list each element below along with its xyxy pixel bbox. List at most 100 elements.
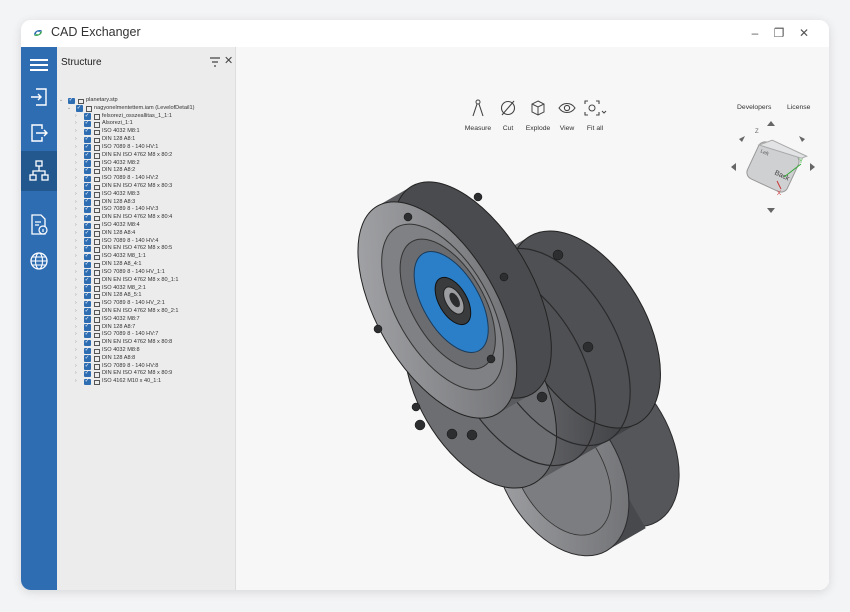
expand-chevron-icon[interactable]: › — [75, 175, 77, 183]
expand-chevron-icon[interactable]: › — [75, 339, 77, 347]
tree-item[interactable]: › ISO 7089 8 - 140 HV:3 — [57, 206, 235, 214]
visibility-checkbox[interactable] — [84, 214, 91, 222]
tree-item[interactable]: › ISO 4032 M8:1 — [57, 128, 235, 136]
expand-chevron-icon[interactable]: › — [75, 324, 77, 332]
expand-chevron-icon[interactable]: › — [75, 292, 77, 300]
roll-left-arrow-icon[interactable] — [739, 136, 745, 142]
expand-chevron-icon[interactable]: › — [75, 261, 77, 269]
expand-chevron-icon[interactable]: › — [75, 199, 77, 207]
expand-chevron-icon[interactable]: › — [75, 128, 77, 136]
structure-button[interactable] — [21, 151, 57, 191]
expand-chevron-icon[interactable]: ⌄ — [67, 105, 71, 113]
visibility-checkbox[interactable] — [84, 136, 91, 144]
visibility-checkbox[interactable] — [84, 113, 91, 120]
visibility-checkbox[interactable] — [84, 300, 91, 308]
rotate-left-arrow-icon[interactable] — [731, 163, 736, 171]
visibility-checkbox[interactable] — [84, 238, 91, 245]
tree-item[interactable]: › felsorezi_osszeallitas_1_1:1 — [57, 113, 235, 121]
tree-item[interactable]: › ISO 4032 M8:3 — [57, 191, 235, 199]
expand-chevron-icon[interactable]: › — [75, 245, 77, 253]
tree-item[interactable]: › DIN EN ISO 4762 M8 x 80:9 — [57, 370, 235, 378]
visibility-checkbox[interactable] — [84, 253, 91, 261]
filter-icon[interactable] — [209, 56, 221, 68]
developers-link[interactable]: Developers — [737, 104, 771, 111]
tree-item[interactable]: › ISO 4162 M10 x 40_1:1 — [57, 378, 235, 386]
tree-assembly[interactable]: ⌄ nagyonelmentettem.iam (LevelofDetail1) — [57, 105, 235, 113]
expand-chevron-icon[interactable]: › — [75, 120, 77, 128]
visibility-checkbox[interactable] — [84, 152, 91, 159]
tree-item[interactable]: › ISO 4032 M8:7 — [57, 316, 235, 324]
expand-chevron-icon[interactable]: › — [75, 300, 77, 308]
tree-item[interactable]: › DIN EN ISO 4762 M8 x 80:4 — [57, 214, 235, 222]
visibility-checkbox[interactable] — [84, 277, 91, 284]
expand-chevron-icon[interactable]: › — [75, 136, 77, 144]
view-cube[interactable]: Back Left Z X Y — [729, 119, 821, 215]
tree-item[interactable]: › DIN 128 A8:3 — [57, 199, 235, 207]
tree-item[interactable]: › DIN EN ISO 4762 M8 x 80:2 — [57, 152, 235, 160]
expand-chevron-icon[interactable]: › — [75, 167, 77, 175]
tree-item[interactable]: › DIN 128 A8:1 — [57, 136, 235, 144]
tree-item[interactable]: › DIN 128 A8_4:1 — [57, 261, 235, 269]
tree-item[interactable]: › ISO 4032 M8:4 — [57, 222, 235, 230]
expand-chevron-icon[interactable]: › — [75, 363, 77, 371]
tree-item[interactable]: › DIN 128 A8:2 — [57, 167, 235, 175]
tree-item[interactable]: › ISO 7089 8 - 140 HV:1 — [57, 144, 235, 152]
tree-item[interactable]: › ISO 4032 M8:2 — [57, 159, 235, 168]
rotate-up-arrow-icon[interactable] — [767, 121, 775, 126]
minimize-button[interactable]: – — [745, 24, 765, 42]
expand-chevron-icon[interactable]: › — [75, 308, 77, 316]
tree-item[interactable]: › ISO 7089 8 - 140 HV:4 — [57, 238, 235, 246]
expand-chevron-icon[interactable]: › — [75, 331, 77, 339]
visibility-checkbox[interactable] — [84, 339, 91, 347]
tree-item[interactable]: › ISO 7089 8 - 140 HV_1:1 — [57, 269, 235, 277]
tree-item[interactable]: › ISO 7089 8 - 140 HV:7 — [57, 331, 235, 339]
expand-chevron-icon[interactable]: › — [75, 113, 77, 121]
expand-chevron-icon[interactable]: › — [75, 253, 77, 261]
panel-close-button[interactable]: ✕ — [224, 54, 233, 67]
expand-chevron-icon[interactable]: › — [75, 183, 77, 191]
rotate-down-arrow-icon[interactable] — [767, 208, 775, 213]
expand-chevron-icon[interactable]: › — [75, 285, 77, 293]
tree-item[interactable]: › DIN 128 A8_5:1 — [57, 292, 235, 300]
web-button[interactable] — [21, 243, 57, 279]
visibility-checkbox[interactable] — [68, 97, 75, 104]
visibility-checkbox[interactable] — [84, 175, 91, 183]
properties-button[interactable] — [21, 207, 57, 243]
import-button[interactable] — [21, 79, 57, 115]
visibility-checkbox[interactable] — [84, 206, 91, 214]
expand-chevron-icon[interactable]: › — [75, 378, 77, 386]
expand-chevron-icon[interactable]: › — [75, 347, 77, 355]
roll-right-arrow-icon[interactable] — [799, 136, 805, 142]
3d-viewport[interactable]: Measure Cut Explode View Fit all Develop… — [236, 47, 829, 590]
tree-item[interactable]: › ISO 4032 M8:8 — [57, 347, 235, 355]
visibility-checkbox[interactable] — [84, 347, 91, 354]
tree-item[interactable]: › ISO 4032 M8_1:1 — [57, 253, 235, 261]
visibility-checkbox[interactable] — [84, 292, 91, 300]
visibility-checkbox[interactable] — [84, 363, 91, 370]
tree-item[interactable]: › ISO 7089 8 - 140 HV_2:1 — [57, 300, 235, 308]
visibility-checkbox[interactable] — [84, 120, 91, 128]
tree-item[interactable]: › DIN 128 A8:4 — [57, 230, 235, 238]
visibility-checkbox[interactable] — [84, 284, 91, 292]
expand-chevron-icon[interactable]: › — [75, 238, 77, 246]
visibility-checkbox[interactable] — [84, 245, 91, 253]
visibility-checkbox[interactable] — [84, 308, 91, 315]
visibility-checkbox[interactable] — [84, 144, 91, 151]
expand-chevron-icon[interactable]: › — [75, 191, 77, 199]
license-link[interactable]: License — [787, 104, 810, 111]
visibility-checkbox[interactable] — [84, 183, 91, 190]
expand-chevron-icon[interactable]: ⌄ — [59, 97, 63, 105]
expand-chevron-icon[interactable]: › — [75, 222, 77, 230]
tree-item[interactable]: › DIN EN ISO 4762 M8 x 80:8 — [57, 339, 235, 347]
tree-item[interactable]: › ISO 4032 M8_2:1 — [57, 284, 235, 293]
expand-chevron-icon[interactable]: › — [75, 160, 77, 168]
visibility-checkbox[interactable] — [84, 316, 91, 323]
expand-chevron-icon[interactable]: › — [75, 269, 77, 277]
expand-chevron-icon[interactable]: › — [75, 206, 77, 214]
visibility-checkbox[interactable] — [84, 199, 91, 206]
rotate-right-arrow-icon[interactable] — [810, 163, 815, 171]
tree-item[interactable]: › Alsorezi_1:1 — [57, 120, 235, 128]
expand-chevron-icon[interactable]: › — [75, 277, 77, 285]
visibility-checkbox[interactable] — [84, 167, 91, 175]
expand-chevron-icon[interactable]: › — [75, 152, 77, 160]
